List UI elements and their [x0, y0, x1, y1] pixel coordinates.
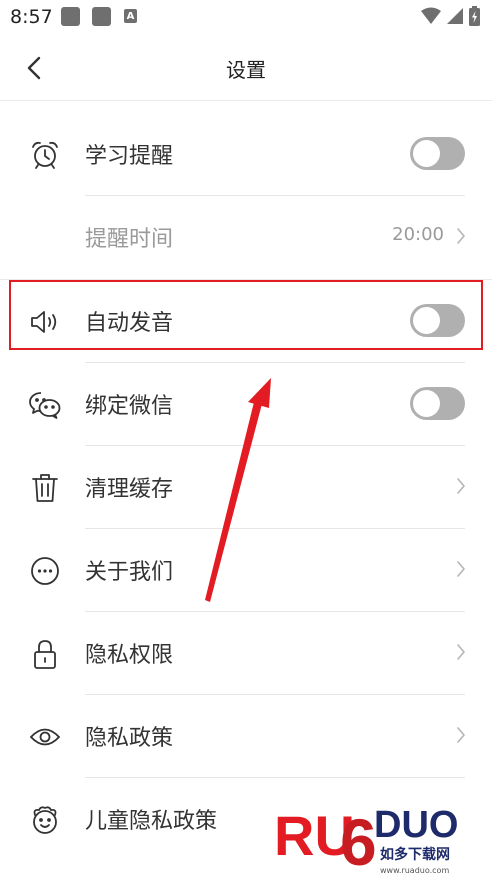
annotation-arrow [205, 378, 271, 602]
svg-text:DUO: DUO [374, 804, 458, 846]
svg-text:www.ruaduo.com: www.ruaduo.com [380, 866, 449, 875]
watermark-logo: RU 6 DUO 如多下载网 www.ruaduo.com [270, 795, 492, 880]
svg-text:6: 6 [340, 805, 377, 879]
svg-text:如多下载网: 如多下载网 [380, 846, 450, 863]
